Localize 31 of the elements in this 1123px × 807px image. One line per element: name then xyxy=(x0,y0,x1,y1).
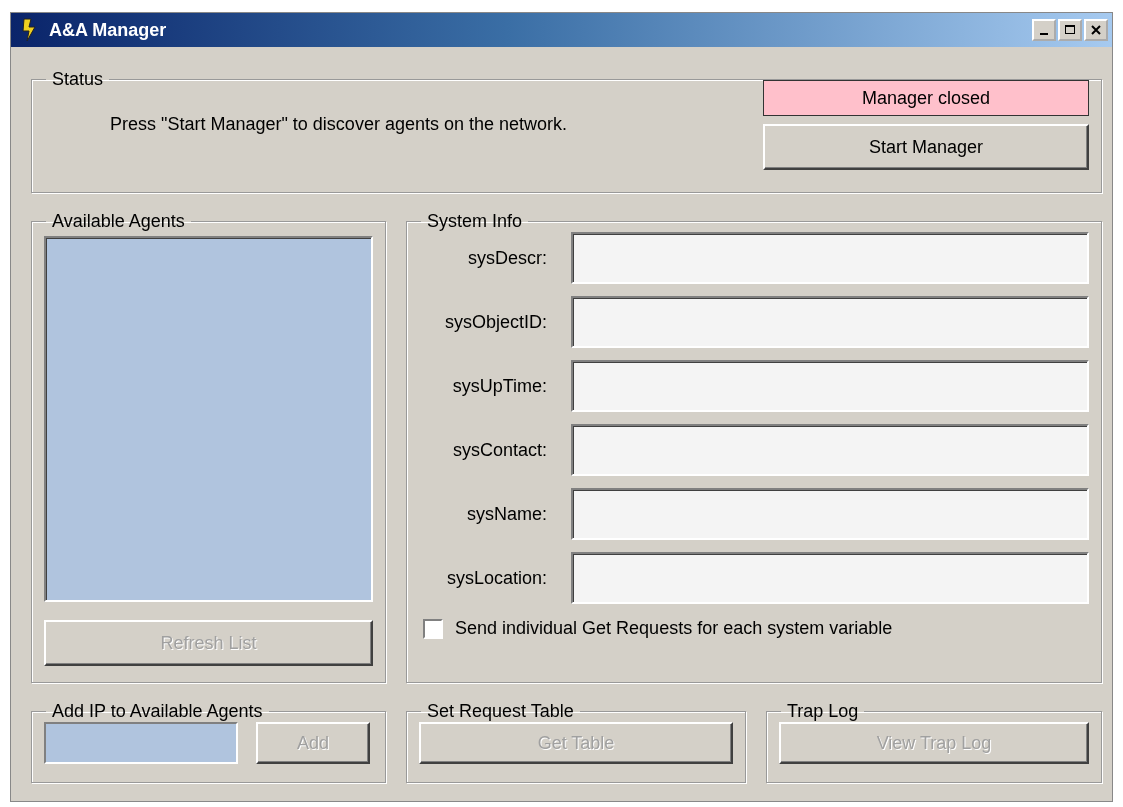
close-button[interactable] xyxy=(1084,19,1108,41)
maximize-button[interactable] xyxy=(1058,19,1082,41)
window-title: A&A Manager xyxy=(49,19,168,41)
field-label: sysContact: xyxy=(451,439,548,461)
checkbox-label: Send individual Get Requests for each system variable xyxy=(455,618,893,639)
input-field[interactable] xyxy=(571,552,1089,604)
minimize-button[interactable] xyxy=(1032,19,1056,41)
group-label: Status xyxy=(51,69,105,90)
status-indicator: Manager closed xyxy=(763,80,1089,116)
maximize-icon xyxy=(1063,23,1077,37)
start-manager-button[interactable]: Start Manager xyxy=(763,124,1089,170)
group-label: System Info xyxy=(426,211,524,232)
group-label: Set Request Table xyxy=(426,701,575,722)
input-field[interactable] xyxy=(571,232,1089,284)
input-field[interactable] xyxy=(571,488,1089,540)
group-label: Trap Log xyxy=(786,701,860,722)
minimize-icon xyxy=(1040,33,1048,35)
checkbox[interactable] xyxy=(423,618,443,639)
input-field[interactable] xyxy=(571,360,1089,412)
field-label: sysName: xyxy=(466,503,548,525)
field-label: sysLocation: xyxy=(445,567,548,589)
status-message: Press "Start Manager" to discover agents on the network. xyxy=(109,113,568,136)
input-field[interactable] xyxy=(571,424,1089,476)
field-label: sysObjectID: xyxy=(443,311,548,333)
group-label: Available Agents xyxy=(51,211,186,232)
ip-input-field[interactable] xyxy=(44,722,238,764)
close-icon xyxy=(1089,23,1103,37)
field-label: sysUpTime: xyxy=(451,375,548,397)
input-field[interactable] xyxy=(571,296,1089,348)
group-label: Add IP to Available Agents xyxy=(51,701,264,722)
field-label: sysDescr: xyxy=(467,247,548,269)
